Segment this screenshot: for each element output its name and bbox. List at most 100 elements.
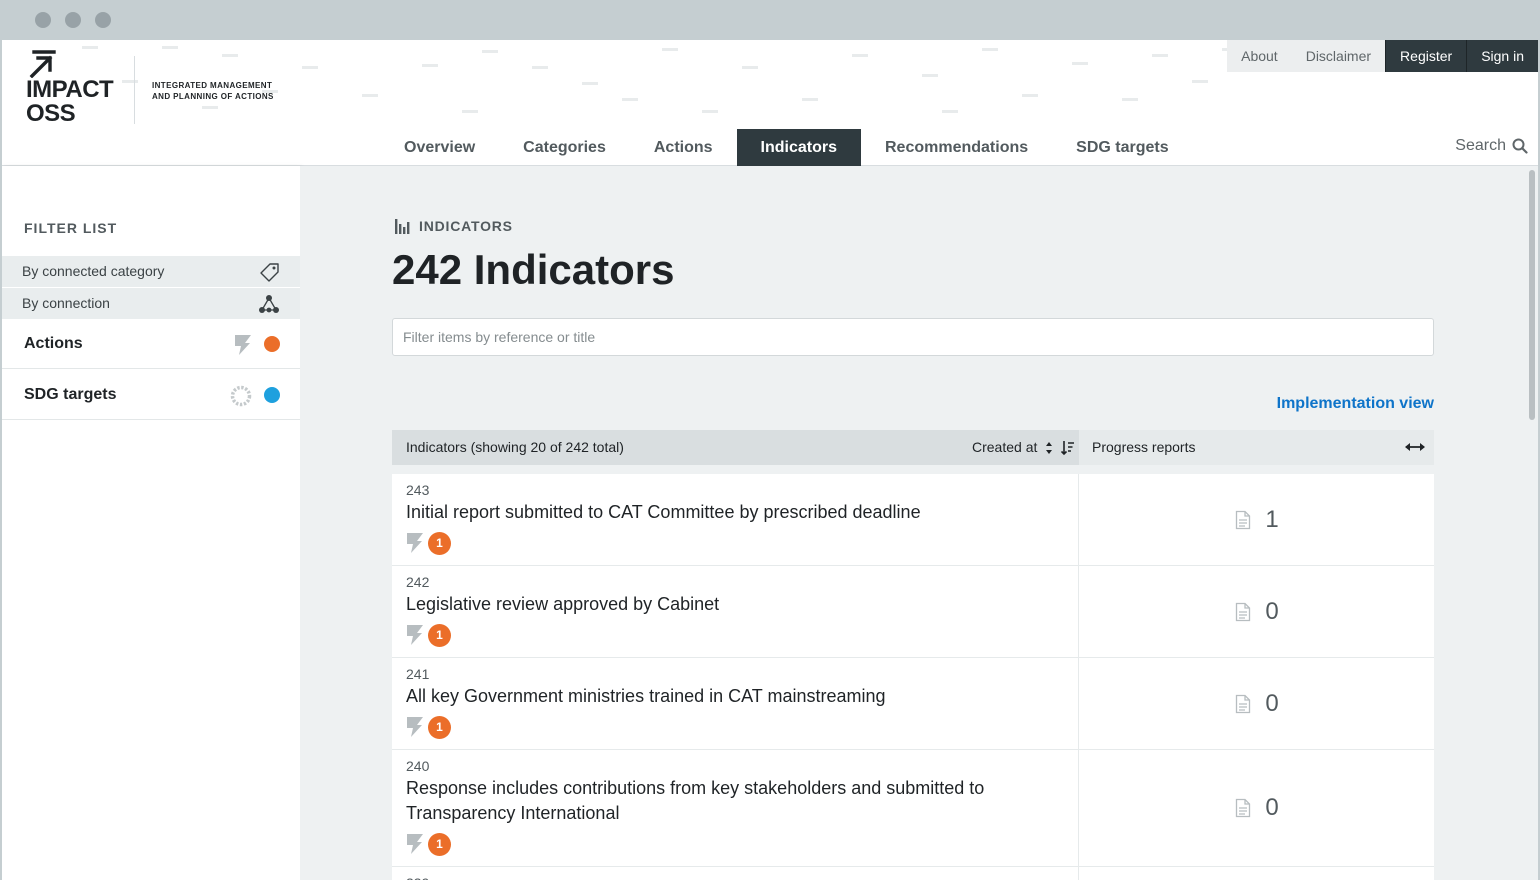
document-icon bbox=[1236, 694, 1251, 713]
sign-in-button[interactable]: Sign in bbox=[1466, 40, 1538, 72]
filter-search-input[interactable] bbox=[392, 318, 1434, 356]
search-button[interactable]: Search bbox=[1455, 137, 1528, 155]
table-row[interactable]: 243 Initial report submitted to CAT Comm… bbox=[392, 474, 1434, 566]
indicator-title[interactable]: Legislative review approved by Cabinet bbox=[406, 592, 1064, 617]
browser-chrome bbox=[0, 0, 1540, 40]
connection-tags: 1 bbox=[406, 531, 1064, 555]
reports-count: 0 bbox=[1265, 794, 1279, 821]
reports-count: 0 bbox=[1265, 597, 1279, 625]
connection-tags: 1 bbox=[406, 715, 1064, 739]
tab-overview[interactable]: Overview bbox=[380, 129, 499, 167]
filter-option-label: By connected category bbox=[22, 263, 165, 279]
tab-categories[interactable]: Categories bbox=[499, 129, 630, 167]
sidebar-section-sdg-targets[interactable]: SDG targets bbox=[2, 370, 300, 420]
site-claim: INTEGRATED MANAGEMENT AND PLANNING OF AC… bbox=[152, 81, 274, 101]
tab-sdg-targets[interactable]: SDG targets bbox=[1052, 129, 1192, 167]
indicator-cell: 240 Response includes contributions from… bbox=[392, 750, 1079, 866]
connection-tags: 1 bbox=[406, 832, 1064, 856]
table-header-title: Indicators (showing 20 of 242 total) bbox=[406, 439, 624, 455]
expand-columns-icon[interactable] bbox=[1404, 440, 1426, 454]
page-kicker: INDICATORS bbox=[394, 218, 513, 234]
vertical-scrollbar[interactable] bbox=[1529, 170, 1535, 420]
main-content: INDICATORS 242 Indicators Implementation… bbox=[300, 166, 1538, 880]
logo-wordmark: IMPACT OSS bbox=[26, 76, 114, 127]
indicator-title[interactable]: All key Government ministries trained in… bbox=[406, 684, 1064, 709]
filter-sidebar: FILTER LIST By connected category By con… bbox=[2, 166, 300, 880]
actions-count-badge[interactable]: 1 bbox=[428, 715, 451, 739]
actions-icon bbox=[407, 533, 423, 553]
table-row[interactable]: 241 All key Government ministries traine… bbox=[392, 658, 1434, 750]
logo-divider bbox=[134, 56, 135, 124]
implementation-view-link[interactable]: Implementation view bbox=[1277, 395, 1434, 413]
indicator-ref: 240 bbox=[406, 758, 430, 774]
tab-actions[interactable]: Actions bbox=[630, 129, 737, 167]
table-row[interactable]: 242 Legislative review approved by Cabin… bbox=[392, 566, 1434, 658]
indicators-icon bbox=[395, 219, 410, 234]
indicator-ref: 241 bbox=[406, 666, 430, 682]
tab-recommendations[interactable]: Recommendations bbox=[861, 129, 1052, 167]
sdg-color-dot bbox=[264, 387, 280, 403]
section-label: Actions bbox=[24, 335, 83, 352]
table-row[interactable]: 239 bbox=[392, 867, 1434, 880]
filter-by-connection[interactable]: By connection bbox=[2, 288, 300, 319]
top-navigation: About Disclaimer Register Sign in bbox=[1227, 40, 1538, 72]
logo-arrow-icon bbox=[29, 50, 56, 78]
sort-label: Created at bbox=[972, 439, 1038, 455]
actions-icon bbox=[407, 625, 423, 645]
about-link[interactable]: About bbox=[1227, 40, 1292, 72]
reports-count: 1 bbox=[1265, 505, 1279, 533]
sdg-icon bbox=[230, 385, 252, 407]
indicator-title[interactable]: Response includes contributions from key… bbox=[406, 776, 1026, 826]
indicator-ref: 243 bbox=[406, 482, 430, 498]
sort-order-icon[interactable] bbox=[1061, 440, 1075, 456]
actions-icon bbox=[235, 335, 251, 355]
reports-count: 0 bbox=[1265, 689, 1279, 717]
tag-icon bbox=[260, 263, 279, 282]
progress-reports-cell: 0 bbox=[1080, 658, 1434, 749]
disclaimer-link[interactable]: Disclaimer bbox=[1291, 40, 1386, 72]
kicker-label: INDICATORS bbox=[419, 218, 513, 234]
search-icon bbox=[1512, 138, 1528, 154]
tab-indicators[interactable]: Indicators bbox=[736, 129, 861, 167]
sidebar-section-actions[interactable]: Actions bbox=[2, 319, 300, 369]
section-label: SDG targets bbox=[24, 386, 117, 403]
indicator-cell: 241 All key Government ministries traine… bbox=[392, 658, 1079, 749]
impact-oss-logo[interactable]: IMPACT OSS bbox=[24, 50, 144, 130]
progress-reports-cell: 0 bbox=[1080, 750, 1434, 866]
filter-by-connected-category[interactable]: By connected category bbox=[2, 256, 300, 287]
progress-reports-cell: 0 bbox=[1080, 566, 1434, 657]
filter-list-title: FILTER LIST bbox=[24, 220, 118, 236]
actions-icon bbox=[407, 834, 423, 854]
indicator-cell: 242 Legislative review approved by Cabin… bbox=[392, 566, 1079, 657]
window-minimize-dot[interactable] bbox=[65, 12, 81, 28]
actions-color-dot bbox=[264, 336, 280, 352]
actions-icon bbox=[407, 717, 423, 737]
indicator-cell: 239 bbox=[392, 867, 1079, 880]
table-header: Indicators (showing 20 of 242 total) Cre… bbox=[392, 430, 1434, 465]
actions-count-badge[interactable]: 1 bbox=[428, 531, 451, 555]
window-close-dot[interactable] bbox=[35, 12, 51, 28]
indicator-title[interactable]: Initial report submitted to CAT Committe… bbox=[406, 500, 1064, 525]
actions-count-badge[interactable]: 1 bbox=[428, 623, 451, 647]
document-icon bbox=[1236, 798, 1251, 818]
indicators-table: Indicators (showing 20 of 242 total) Cre… bbox=[392, 430, 1434, 880]
document-icon bbox=[1236, 602, 1251, 621]
window-maximize-dot[interactable] bbox=[95, 12, 111, 28]
register-button[interactable]: Register bbox=[1385, 40, 1467, 72]
progress-reports-cell: 1 bbox=[1080, 474, 1434, 565]
progress-header-label: Progress reports bbox=[1092, 439, 1196, 455]
page-title: 242 Indicators bbox=[392, 246, 675, 293]
table-row[interactable]: 240 Response includes contributions from… bbox=[392, 750, 1434, 867]
actions-count-badge[interactable]: 1 bbox=[428, 832, 451, 856]
sort-dropdown[interactable]: Created at bbox=[972, 430, 1075, 465]
indicator-ref: 239 bbox=[406, 875, 1064, 880]
connection-icon bbox=[259, 295, 279, 313]
document-icon bbox=[1236, 510, 1251, 529]
indicator-ref: 242 bbox=[406, 574, 430, 590]
filter-option-label: By connection bbox=[22, 295, 110, 311]
app-window: IMPACT OSS INTEGRATED MANAGEMENT AND PLA… bbox=[2, 40, 1538, 880]
connection-tags: 1 bbox=[406, 623, 1064, 647]
search-label: Search bbox=[1455, 137, 1506, 154]
site-header: IMPACT OSS INTEGRATED MANAGEMENT AND PLA… bbox=[2, 40, 1538, 167]
sort-select-icon bbox=[1046, 441, 1053, 454]
